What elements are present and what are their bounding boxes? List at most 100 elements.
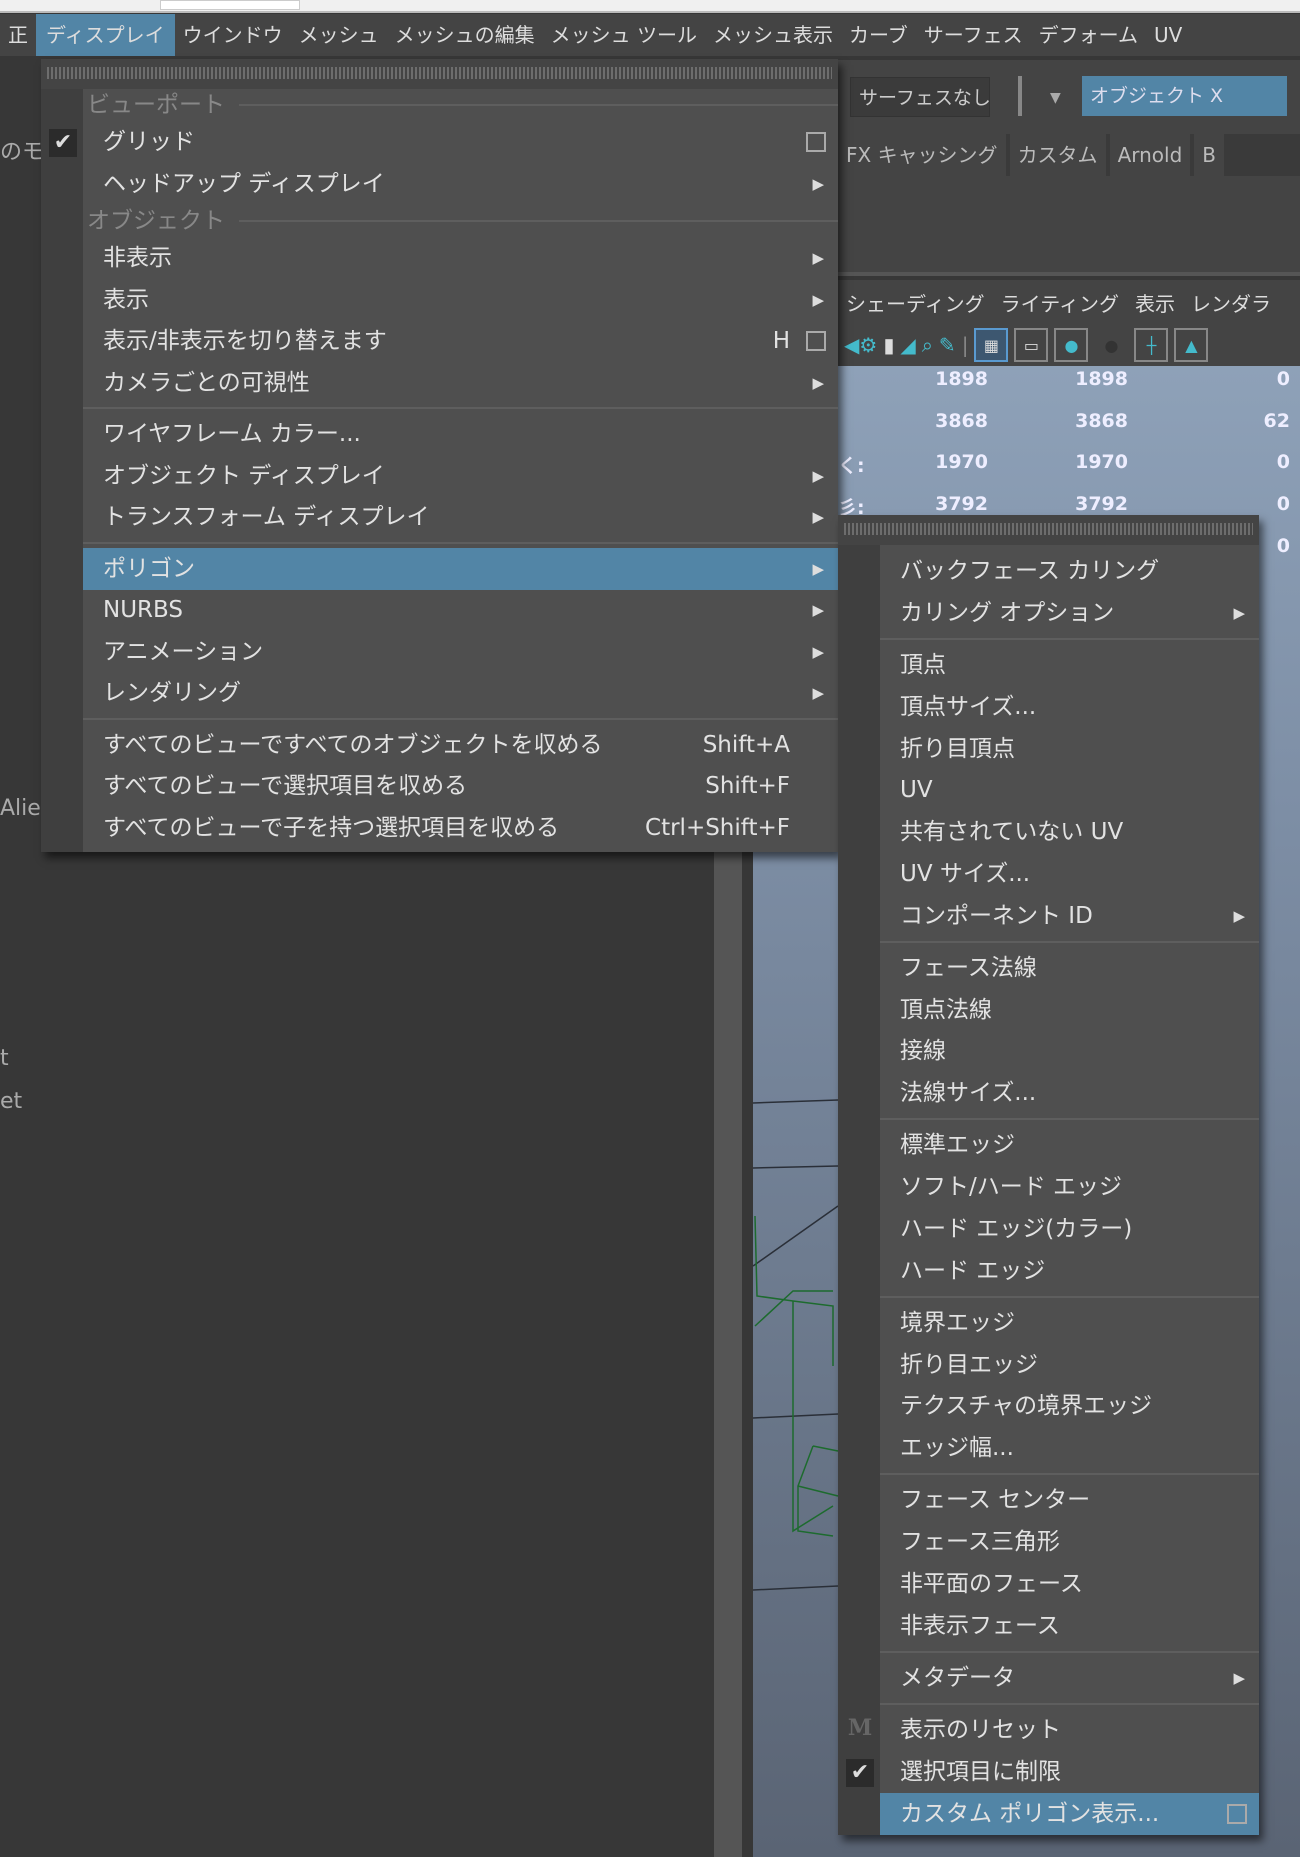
menu-item[interactable]: 頂点サイズ... <box>880 686 1259 728</box>
panel-menu-item[interactable]: シェーディング <box>838 288 993 317</box>
gate-mask-icon[interactable]: ● <box>1094 328 1129 362</box>
menu-item[interactable]: テクスチャの境界エッジ <box>880 1385 1259 1427</box>
menu-item[interactable]: 折り目頂点 <box>880 728 1259 770</box>
menubar-item-8[interactable]: サーフェス <box>916 14 1031 56</box>
tear-off-bar[interactable] <box>41 59 838 89</box>
menu-item-label: エッジ幅... <box>900 1435 1014 1462</box>
menubar-item-10[interactable]: UV <box>1146 14 1190 56</box>
menu-item[interactable]: フェース三角形 <box>880 1521 1259 1563</box>
option-box-icon[interactable] <box>1227 1803 1247 1824</box>
menu-item-label: 非表示 <box>103 245 172 271</box>
resolution-gate-icon[interactable]: ● <box>1054 328 1089 362</box>
menu-item-label: フェース法線 <box>900 954 1037 981</box>
menubar-item-9[interactable]: デフォーム <box>1031 14 1146 56</box>
shelf-tab[interactable]: FX キャッシング <box>838 134 1006 176</box>
menu-item[interactable]: メタデータ ▶ <box>880 1657 1259 1699</box>
panel-menu-item[interactable]: 表示 <box>1127 288 1183 317</box>
menubar-item-5[interactable]: メッシュ ツール <box>543 14 705 56</box>
grease-pencil-icon[interactable]: ✎ <box>939 333 956 357</box>
bookmark-icon[interactable]: ▮ <box>883 333 894 357</box>
menu-item[interactable]: ワイヤフレーム カラー... <box>83 413 838 455</box>
menu-item[interactable]: 法線サイズ... <box>880 1072 1259 1114</box>
menu-item[interactable]: エッジ幅... <box>880 1427 1259 1469</box>
menu-item[interactable]: UV <box>880 769 1259 811</box>
menu-item-label: 頂点法線 <box>900 996 992 1023</box>
menu-item[interactable]: 表示のリセット <box>880 1709 1259 1751</box>
menubar-item-2[interactable]: ウインドウ <box>175 14 291 56</box>
menu-item[interactable]: コンポーネント ID ▶ <box>880 895 1259 937</box>
menu-item[interactable]: フェース センター <box>880 1479 1259 1521</box>
live-surface-field[interactable]: サーフェスなし <box>850 77 991 117</box>
image-plane-icon[interactable]: ◢ <box>900 333 915 357</box>
menu-item[interactable]: UV サイズ... <box>880 853 1259 895</box>
menu-item[interactable]: 標準エッジ <box>880 1124 1259 1166</box>
tear-off-bar[interactable] <box>838 515 1259 545</box>
menu-item[interactable]: すべてのビューで選択項目を収める Shift+F <box>83 765 838 807</box>
film-gate-icon[interactable]: ▭ <box>1014 328 1049 362</box>
menu-item[interactable]: トランスフォーム ディスプレイ ▶ <box>83 496 838 538</box>
menu-item[interactable]: すべてのビューで子を持つ選択項目を収める Ctrl+Shift+F <box>83 807 838 849</box>
submenu-arrow-icon: ▶ <box>812 601 824 619</box>
option-box-icon[interactable] <box>806 132 826 152</box>
submenu-arrow-icon: ▶ <box>812 559 824 578</box>
menu-item[interactable]: 表示 ▶ <box>83 279 838 321</box>
menu-item[interactable]: カスタム ポリゴン表示... <box>880 1792 1259 1835</box>
shelf-tab[interactable]: Arnold <box>1109 134 1191 176</box>
menu-item[interactable]: ハード エッジ <box>880 1250 1259 1292</box>
menubar-item-0[interactable]: 正 <box>0 14 36 56</box>
panel-menu-item[interactable]: レンダラ <box>1183 288 1279 317</box>
shelf-tab[interactable]: カスタム <box>1009 134 1106 176</box>
menubar-item-7[interactable]: カーブ <box>841 14 916 56</box>
menu-item[interactable]: ヘッドアップ ディスプレイ ▶ <box>83 163 838 205</box>
dropdown-arrow-icon[interactable]: ▼ <box>1050 90 1061 106</box>
menu-item[interactable]: フェース法線 <box>880 947 1259 989</box>
menu-item[interactable]: 頂点法線 <box>880 989 1259 1031</box>
menu-item[interactable]: 境界エッジ <box>880 1302 1259 1344</box>
menu-item-label: UV <box>900 777 933 804</box>
menu-item[interactable]: すべてのビューですべてのオブジェクトを収める Shift+A <box>83 724 838 766</box>
menu-item[interactable]: 接線 <box>880 1030 1259 1072</box>
panel-scrollbar[interactable] <box>714 852 742 1857</box>
menubar-item-1[interactable]: ディスプレイ <box>36 14 175 56</box>
camera-attributes-icon[interactable]: ◀⚙ <box>844 333 877 357</box>
menu-item[interactable]: ハード エッジ(カラー) <box>880 1208 1259 1250</box>
marking-menu-icon: M <box>847 1714 873 1741</box>
option-box-icon[interactable] <box>806 331 826 351</box>
panel-menu-item[interactable]: ライティング <box>993 288 1127 317</box>
shortcut-label: H <box>772 328 790 354</box>
shelf-tab[interactable]: B <box>1194 134 1225 176</box>
menu-item[interactable]: ポリゴン ▶ <box>83 547 838 590</box>
menu-item[interactable]: オブジェクト ディスプレイ ▶ <box>83 455 838 497</box>
menu-item[interactable]: NURBS ▶ <box>83 589 838 631</box>
2d-pan-zoom-icon[interactable]: ⌕ <box>922 333 933 357</box>
symmetry-field[interactable]: オブジェクト X <box>1082 76 1287 116</box>
menu-item[interactable]: 非平面のフェース <box>880 1563 1259 1605</box>
menubar-item-3[interactable]: メッシュ <box>291 14 387 56</box>
hud-label: く: <box>838 455 865 478</box>
menu-item[interactable]: 非表示 ▶ <box>83 237 838 279</box>
menubar-item-4[interactable]: メッシュの編集 <box>387 14 543 56</box>
menubar-item-6[interactable]: メッシュ表示 <box>705 14 841 56</box>
menu-item[interactable]: カリング オプション ▶ <box>880 592 1259 634</box>
menu-item-label: ヘッドアップ ディスプレイ <box>103 170 385 197</box>
shortcut-label: Shift+A <box>702 731 790 758</box>
hud-value: 3792 <box>1075 493 1128 516</box>
safe-action-icon[interactable]: ▲ <box>1174 328 1209 362</box>
field-chart-icon[interactable]: ┼ <box>1134 328 1169 362</box>
grid-toggle-icon[interactable]: ▦ <box>974 328 1009 362</box>
menu-item[interactable]: ソフト/ハード エッジ <box>880 1166 1259 1208</box>
menu-item-label: 折り目エッジ <box>900 1351 1038 1378</box>
menu-item[interactable]: 折り目エッジ <box>880 1344 1259 1386</box>
menu-item[interactable]: 共有されていない UV <box>880 811 1259 853</box>
menu-item[interactable]: アニメーション ▶ <box>83 631 838 673</box>
hud-value: 1898 <box>1075 368 1128 390</box>
menu-item[interactable]: バックフェース カリング <box>880 550 1259 592</box>
menu-item[interactable]: 非表示フェース <box>880 1605 1259 1647</box>
menu-item[interactable]: カメラごとの可視性 ▶ <box>83 362 838 404</box>
menu-item[interactable]: 頂点 <box>880 644 1259 686</box>
menu-item[interactable]: 表示/非表示を切り替えます H <box>83 320 838 362</box>
menu-item[interactable]: グリッド <box>83 121 838 163</box>
menu-item-label: ハード エッジ(カラー) <box>900 1215 1133 1242</box>
menu-item[interactable]: レンダリング ▶ <box>83 672 838 714</box>
menu-item[interactable]: 選択項目に制限 <box>880 1751 1259 1793</box>
